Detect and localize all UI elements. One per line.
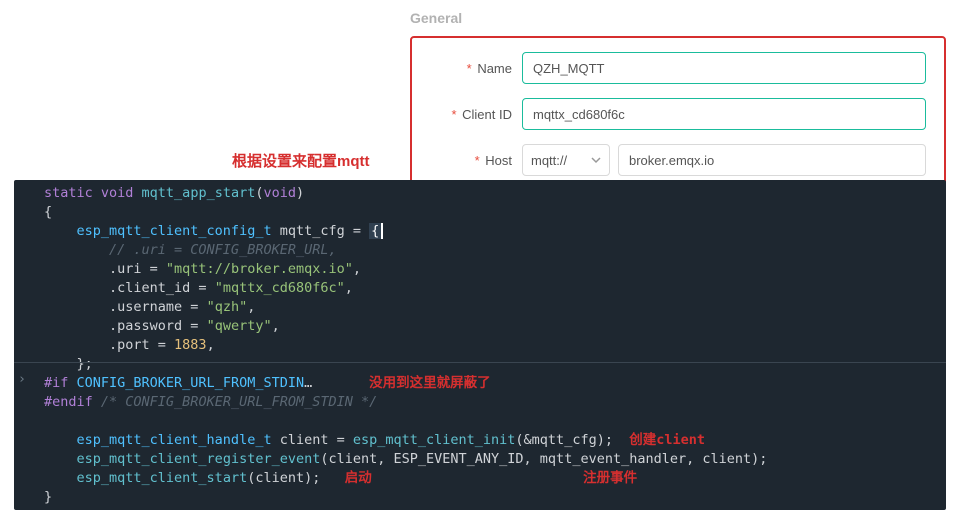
annotation-config-hint: 根据设置来配置mqtt xyxy=(232,150,370,171)
fold-ellipsis-icon[interactable]: … xyxy=(304,375,312,391)
host-label: * Host xyxy=(430,153,512,168)
annotation-register-event: 注册事件 xyxy=(583,470,637,486)
code-token: .password = xyxy=(44,318,207,334)
code-line: } xyxy=(44,488,946,507)
code-token: .uri = xyxy=(44,261,166,277)
code-token: ) xyxy=(296,185,304,201)
code-token: .client_id = xyxy=(44,280,215,296)
host-scheme-select[interactable]: mqtt:// xyxy=(522,144,610,176)
code-token: mqtt_cfg = xyxy=(272,223,370,239)
code-token: "mqttx_cd680f6c" xyxy=(215,280,345,296)
annotation-masked: 没用到这里就屏蔽了 xyxy=(369,375,491,391)
clientid-input[interactable] xyxy=(522,98,926,130)
code-token: , xyxy=(272,318,280,334)
name-input[interactable] xyxy=(522,52,926,84)
code-token: (&mqtt_cfg); xyxy=(515,432,613,448)
chevron-down-icon xyxy=(591,153,601,168)
annotation-start: 启动 xyxy=(345,470,372,486)
code-token: /* CONFIG_BROKER_URL_FROM_STDIN */ xyxy=(101,394,377,410)
code-token: esp_mqtt_client_register_event xyxy=(77,451,321,467)
code-token: esp_mqtt_client_init xyxy=(353,432,516,448)
code-token: (client, ESP_EVENT_ANY_ID, mqtt_event_ha… xyxy=(320,451,767,467)
code-token: esp_mqtt_client_start xyxy=(77,470,248,486)
section-title: General xyxy=(410,10,946,26)
code-line: { xyxy=(44,203,946,222)
code-token: 1883 xyxy=(174,337,207,353)
code-token: .port = xyxy=(44,337,174,353)
name-label: * Name xyxy=(430,61,512,76)
code-token: #if xyxy=(44,375,77,391)
host-input[interactable] xyxy=(618,144,926,176)
code-token: void xyxy=(263,185,296,201)
annotation-create-client: 创建client xyxy=(629,432,705,448)
cursor: { xyxy=(369,223,383,239)
editor-gutter: › xyxy=(14,184,30,510)
code-token: CONFIG_BROKER_URL_FROM_STDIN xyxy=(77,375,305,391)
fold-separator xyxy=(14,362,946,363)
host-scheme-value: mqtt:// xyxy=(531,153,567,168)
code-token: (client); xyxy=(247,470,320,486)
code-editor[interactable]: › static void mqtt_app_start(void) { esp… xyxy=(14,180,946,510)
code-token: esp_mqtt_client_config_t xyxy=(44,223,272,239)
code-token: client = xyxy=(272,432,353,448)
code-token: , xyxy=(247,299,255,315)
code-token: , xyxy=(345,280,353,296)
code-token xyxy=(44,451,77,467)
code-token: .username = xyxy=(44,299,207,315)
code-token: esp_mqtt_client_handle_t xyxy=(44,432,272,448)
code-token: "mqtt://broker.emqx.io" xyxy=(166,261,353,277)
fold-chevron-icon[interactable]: › xyxy=(14,370,30,389)
code-token: "qwerty" xyxy=(207,318,272,334)
code-token: , xyxy=(353,261,361,277)
code-token: mqtt_app_start xyxy=(142,185,256,201)
code-token xyxy=(44,470,77,486)
code-token: static xyxy=(44,185,101,201)
code-token: "qzh" xyxy=(207,299,248,315)
code-token: , xyxy=(207,337,215,353)
code-line: }; xyxy=(44,355,946,374)
code-token: void xyxy=(101,185,142,201)
code-token: #endif xyxy=(44,394,101,410)
clientid-label: * Client ID xyxy=(430,107,512,122)
code-line: // .uri = CONFIG_BROKER_URL, xyxy=(44,241,946,260)
